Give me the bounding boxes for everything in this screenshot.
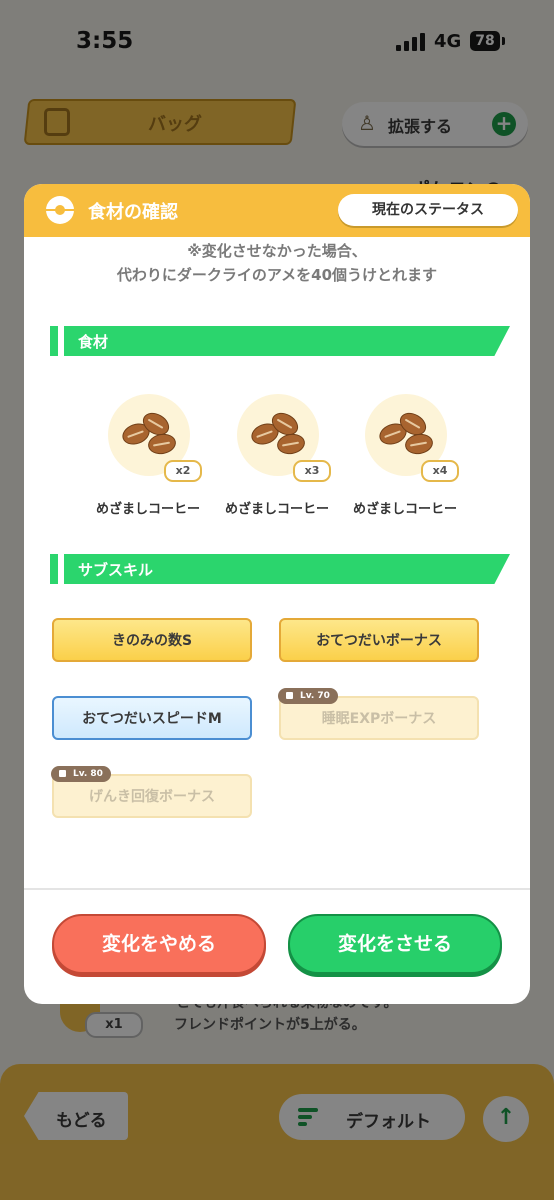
pokeball-icon — [46, 196, 74, 224]
divider — [24, 888, 530, 890]
subskills-section-header: サブスキル — [50, 554, 510, 584]
ingredients-section-header: 食材 — [50, 326, 510, 356]
notice-line2: 代わりにダークライのアメを40個うけとれます — [116, 266, 438, 284]
ingredient-name: めざましコーヒー — [224, 502, 329, 517]
ingredients-heading: 食材 — [78, 333, 109, 351]
modal-title: 食材の確認 — [88, 202, 178, 223]
ingredient-item: x3 めざましコーヒー — [213, 394, 341, 524]
subskill-helping-bonus[interactable]: おてつだいボーナス — [279, 618, 479, 662]
confirm-change-button[interactable]: 変化をさせる — [288, 914, 502, 974]
ingredient-confirm-modal: 食材の確認 現在のステータス ※変化させなかった場合、 代わりにダークライのアメ… — [24, 184, 530, 1004]
ingredient-item: x2 めざましコーヒー — [84, 394, 212, 524]
ingredient-name: めざましコーヒー — [95, 502, 200, 517]
lock-level-badge: Lv. 80 — [51, 766, 111, 782]
lock-level-badge: Lv. 70 — [278, 688, 338, 704]
ingredient-qty: x3 — [293, 460, 331, 482]
ingredient-qty: x4 — [421, 460, 459, 482]
modal-header: 食材の確認 現在のステータス — [24, 184, 530, 237]
ingredient-name: めざましコーヒー — [352, 502, 457, 517]
ingredient-qty: x2 — [164, 460, 202, 482]
subskills-heading: サブスキル — [78, 561, 154, 579]
notice-line1: ※変化させなかった場合、 — [187, 242, 367, 260]
subskill-berry-count-s[interactable]: きのみの数S — [52, 618, 252, 662]
current-status-button[interactable]: 現在のステータス — [338, 194, 518, 226]
subskill-helping-speed-m[interactable]: おてつだいスピードM — [52, 696, 252, 740]
cancel-change-button[interactable]: 変化をやめる — [52, 914, 266, 974]
ingredient-item: x4 めざましコーヒー — [341, 394, 469, 524]
